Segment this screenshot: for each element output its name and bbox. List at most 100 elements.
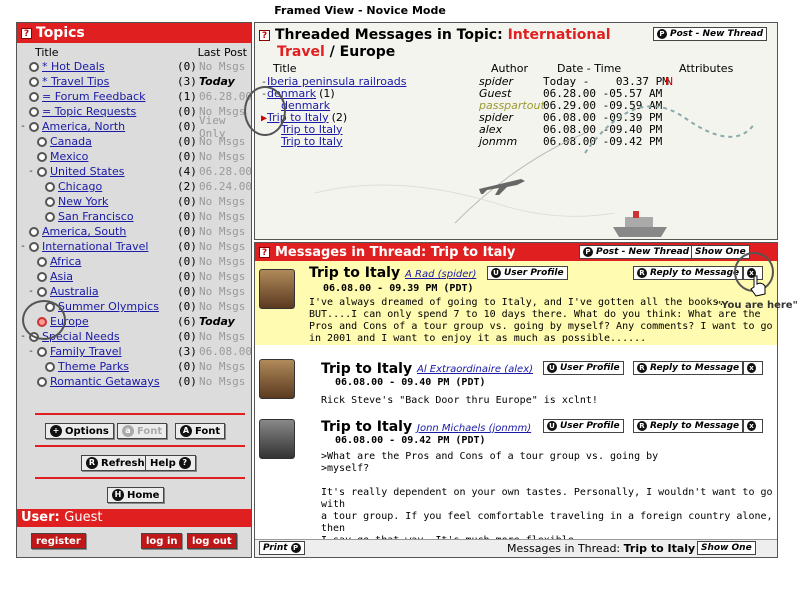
topic-row: - United States (4) 06.28.00 [19, 164, 251, 179]
topic-count: (0) [177, 375, 197, 388]
topic-count: (1) [177, 90, 197, 103]
user-profile-button[interactable]: U User Profile [543, 361, 624, 375]
folder-icon [29, 91, 39, 102]
collapse-icon[interactable]: - [19, 331, 27, 342]
topic-count: (0) [177, 330, 197, 343]
help-button[interactable]: Help? [145, 455, 196, 471]
topic-row: - Australia (0) No Msgs [19, 284, 251, 299]
topic-row: - International Travel (0) No Msgs [19, 239, 251, 254]
topic-row: * Travel Tips (3) Today [19, 74, 251, 89]
topic-link[interactable]: Chicago [58, 180, 102, 193]
topic-link[interactable]: International Travel [42, 240, 148, 253]
topic-last-post: No Msgs [199, 60, 246, 73]
topic-link[interactable]: America, South [42, 225, 126, 238]
topic-row: - Family Travel (3) 06.08.00 [19, 344, 251, 359]
topic-link[interactable]: New York [58, 195, 108, 208]
message-author-link[interactable]: A Rad (spider) [405, 269, 476, 280]
topic-link[interactable]: Mexico [50, 150, 88, 163]
message-body: I've always dreamed of going to Italy, a… [309, 297, 773, 344]
message-author-link[interactable]: Jonn Michaels (jonmm) [417, 423, 531, 434]
topic-link[interactable]: = Topic Requests [42, 105, 136, 118]
topic-row: - America, North (0) View Only [19, 114, 251, 140]
folder-icon [37, 136, 47, 147]
topic-link[interactable]: Theme Parks [58, 360, 129, 373]
message-date: 06.08.00 - 09.42 PM (PDT) [335, 435, 486, 446]
topic-link[interactable]: Australia [50, 285, 99, 298]
show-one-button[interactable]: Show One [697, 541, 756, 555]
reply-button[interactable]: R Reply to Message [633, 419, 744, 433]
topic-row: = Forum Feedback (1) 06.28.00 [19, 89, 251, 104]
collapse-icon[interactable]: - [19, 121, 27, 132]
topics-column-headers: Title Last Post [17, 43, 251, 59]
topic-last-post: Today [199, 75, 235, 88]
topic-count: (3) [177, 75, 197, 88]
topics-title: Topics [36, 25, 85, 41]
messages-footer: Print P Messages in Thread: Trip to Italy… [255, 539, 777, 557]
topic-link[interactable]: Summer Olympics [58, 300, 159, 313]
topic-link[interactable]: Asia [50, 270, 73, 283]
logout-button[interactable]: log out [187, 533, 237, 549]
avatar [259, 269, 295, 309]
topic-count: (0) [177, 150, 197, 163]
divider [35, 445, 245, 447]
folder-icon [45, 181, 55, 192]
hand-cursor-icon [750, 275, 766, 297]
avatar [259, 359, 295, 399]
folder-icon [29, 61, 39, 72]
collapse-icon[interactable]: - [27, 346, 35, 357]
topic-count: (0) [177, 135, 197, 148]
topic-link[interactable]: San Francisco [58, 210, 134, 223]
topic-row: Theme Parks (0) No Msgs [19, 359, 251, 374]
close-icon: x [747, 363, 756, 373]
home-button[interactable]: H Home [107, 487, 165, 503]
close-message-button[interactable]: x [743, 419, 763, 433]
topic-last-post: 06.24.00 [199, 180, 252, 193]
topic-count: (0) [177, 255, 197, 268]
font-smaller-button: a Font [117, 423, 168, 439]
font-larger-button[interactable]: A Font [175, 423, 226, 439]
topic-last-post: No Msgs [199, 330, 246, 343]
topic-last-post: No Msgs [199, 210, 246, 223]
topic-link[interactable]: = Forum Feedback [42, 90, 145, 103]
topic-row: Mexico (0) No Msgs [19, 149, 251, 164]
topic-count: (0) [177, 60, 197, 73]
collapse-icon[interactable]: - [19, 241, 27, 252]
post-new-thread-button[interactable]: P Post - New Thread [579, 245, 694, 259]
topic-row: Asia (0) No Msgs [19, 269, 251, 284]
message-author-link[interactable]: Al Extraordinaire (alex) [417, 364, 533, 375]
refresh-button[interactable]: R Refresh [81, 455, 150, 471]
topic-last-post: No Msgs [199, 255, 246, 268]
topic-link[interactable]: Family Travel [50, 345, 122, 358]
help-icon[interactable]: ? [21, 27, 32, 39]
user-profile-button[interactable]: U User Profile [543, 419, 624, 433]
topics-header: ? Topics [17, 23, 251, 43]
post-icon: P [583, 247, 593, 257]
topic-link[interactable]: Romantic Getaways [50, 375, 160, 388]
user-bar: User: Guest [17, 509, 251, 527]
folder-icon [37, 256, 47, 267]
print-button[interactable]: Print P [259, 541, 305, 555]
reply-button[interactable]: R Reply to Message [633, 361, 744, 375]
collapse-icon[interactable]: - [27, 286, 35, 297]
topic-link[interactable]: United States [50, 165, 125, 178]
topic-count: (0) [177, 210, 197, 223]
reply-button[interactable]: R Reply to Message [633, 266, 744, 280]
login-button[interactable]: log in [141, 533, 183, 549]
collapse-icon[interactable]: - [27, 166, 35, 177]
topic-link[interactable]: Canada [50, 135, 92, 148]
topic-link[interactable]: * Travel Tips [42, 75, 109, 88]
topic-count: (3) [177, 345, 197, 358]
topic-link[interactable]: America, North [42, 120, 125, 133]
help-icon[interactable]: ? [259, 246, 270, 258]
profile-icon: U [547, 363, 557, 373]
post-new-thread-button[interactable]: P Post - New Thread [653, 27, 768, 41]
options-button[interactable]: + Options [45, 423, 114, 439]
close-message-button[interactable]: x [743, 361, 763, 375]
message-date: 06.08.00 - 09.39 PM (PDT) [323, 283, 474, 294]
register-button[interactable]: register [31, 533, 86, 549]
user-profile-button[interactable]: U User Profile [487, 266, 568, 280]
plus-icon: + [50, 425, 62, 437]
topic-link[interactable]: * Hot Deals [42, 60, 105, 73]
topic-link[interactable]: Africa [50, 255, 81, 268]
topic-count: (0) [177, 225, 197, 238]
